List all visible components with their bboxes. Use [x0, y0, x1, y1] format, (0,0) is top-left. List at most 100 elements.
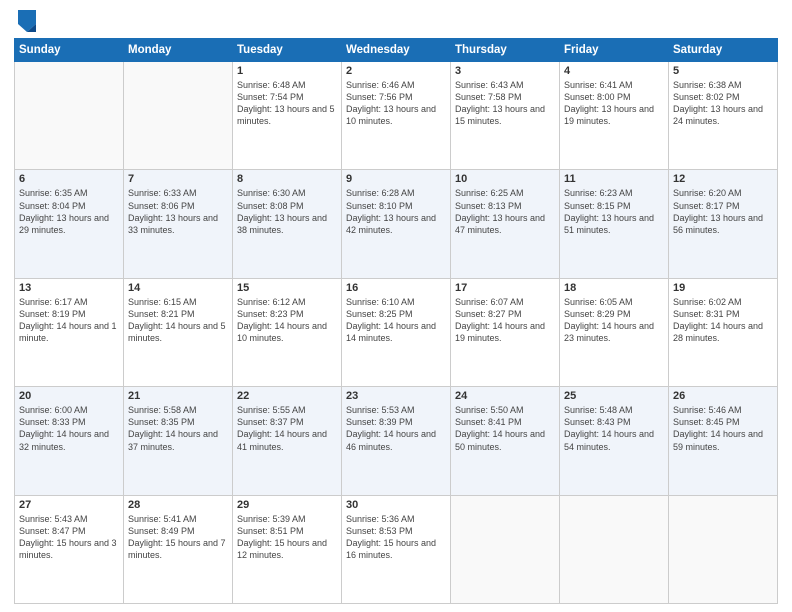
day-info: Sunrise: 5:36 AM Sunset: 8:53 PM Dayligh…	[346, 513, 446, 562]
day-info: Sunrise: 6:25 AM Sunset: 8:13 PM Dayligh…	[455, 187, 555, 236]
calendar-cell: 19 Sunrise: 6:02 AM Sunset: 8:31 PM Dayli…	[669, 278, 778, 386]
calendar-cell: 25 Sunrise: 5:48 AM Sunset: 8:43 PM Dayli…	[560, 387, 669, 495]
calendar-cell: 7Sunrise: 6:33 AM Sunset: 8:06 PM Daylig…	[124, 170, 233, 278]
calendar-day-header: Wednesday	[342, 39, 451, 62]
day-number: 6	[19, 173, 119, 185]
day-info: Sunrise: 6:10 AM Sunset: 8:25 PM Dayligh…	[346, 296, 446, 345]
calendar-cell: 24Sunrise: 5:50 AM Sunset: 8:41 PM Dayli…	[451, 387, 560, 495]
day-info: Sunrise: 6:41 AM Sunset: 8:00 PM Dayligh…	[564, 79, 664, 128]
calendar-cell: 27 Sunrise: 5:43 AM Sunset: 8:47 PM Dayli…	[15, 495, 124, 603]
day-number: 8	[237, 173, 337, 185]
calendar-cell: 28Sunrise: 5:41 AM Sunset: 8:49 PM Dayli…	[124, 495, 233, 603]
day-number: 7	[128, 173, 228, 185]
calendar-cell: 15 Sunrise: 6:12 AM Sunset: 8:23 PM Dayli…	[233, 278, 342, 386]
calendar-cell: 12 Sunrise: 6:20 AM Sunset: 8:17 PM Dayli…	[669, 170, 778, 278]
calendar-cell	[560, 495, 669, 603]
calendar-cell: 10 Sunrise: 6:25 AM Sunset: 8:13 PM Dayli…	[451, 170, 560, 278]
calendar-cell: 14 Sunrise: 6:15 AM Sunset: 8:21 PM Dayli…	[124, 278, 233, 386]
day-number: 27	[19, 499, 119, 511]
calendar-cell: 23Sunrise: 5:53 AM Sunset: 8:39 PM Dayli…	[342, 387, 451, 495]
calendar-cell: 29 Sunrise: 5:39 AM Sunset: 8:51 PM Dayli…	[233, 495, 342, 603]
day-number: 21	[128, 390, 228, 402]
day-info: Sunrise: 5:48 AM Sunset: 8:43 PM Dayligh…	[564, 404, 664, 453]
day-number: 17	[455, 282, 555, 294]
day-info: Sunrise: 6:28 AM Sunset: 8:10 PM Dayligh…	[346, 187, 446, 236]
day-number: 2	[346, 65, 446, 77]
calendar-cell	[15, 62, 124, 170]
day-number: 22	[237, 390, 337, 402]
calendar-cell: 21 Sunrise: 5:58 AM Sunset: 8:35 PM Dayli…	[124, 387, 233, 495]
day-number: 18	[564, 282, 664, 294]
calendar-cell: 3 Sunrise: 6:43 AM Sunset: 7:58 PM Daylig…	[451, 62, 560, 170]
calendar-cell: 17 Sunrise: 6:07 AM Sunset: 8:27 PM Dayli…	[451, 278, 560, 386]
day-number: 3	[455, 65, 555, 77]
day-number: 20	[19, 390, 119, 402]
calendar-week-row: 27 Sunrise: 5:43 AM Sunset: 8:47 PM Dayli…	[15, 495, 778, 603]
calendar-cell	[124, 62, 233, 170]
header	[14, 10, 778, 32]
day-info: Sunrise: 6:15 AM Sunset: 8:21 PM Dayligh…	[128, 296, 228, 345]
day-number: 29	[237, 499, 337, 511]
calendar-header-row: SundayMondayTuesdayWednesdayThursdayFrid…	[15, 39, 778, 62]
day-number: 25	[564, 390, 664, 402]
day-info: Sunrise: 5:43 AM Sunset: 8:47 PM Dayligh…	[19, 513, 119, 562]
calendar-day-header: Friday	[560, 39, 669, 62]
calendar-day-header: Monday	[124, 39, 233, 62]
day-info: Sunrise: 6:00 AM Sunset: 8:33 PM Dayligh…	[19, 404, 119, 453]
logo	[14, 10, 36, 32]
page: SundayMondayTuesdayWednesdayThursdayFrid…	[0, 0, 792, 612]
calendar-cell: 18Sunrise: 6:05 AM Sunset: 8:29 PM Dayli…	[560, 278, 669, 386]
calendar-cell	[451, 495, 560, 603]
day-number: 30	[346, 499, 446, 511]
day-info: Sunrise: 6:48 AM Sunset: 7:54 PM Dayligh…	[237, 79, 337, 128]
day-number: 19	[673, 282, 773, 294]
day-number: 12	[673, 173, 773, 185]
day-number: 10	[455, 173, 555, 185]
day-number: 26	[673, 390, 773, 402]
calendar-cell: 5 Sunrise: 6:38 AM Sunset: 8:02 PM Daylig…	[669, 62, 778, 170]
day-number: 11	[564, 173, 664, 185]
calendar-cell: 2Sunrise: 6:46 AM Sunset: 7:56 PM Daylig…	[342, 62, 451, 170]
day-info: Sunrise: 6:30 AM Sunset: 8:08 PM Dayligh…	[237, 187, 337, 236]
calendar-cell: 26Sunrise: 5:46 AM Sunset: 8:45 PM Dayli…	[669, 387, 778, 495]
calendar-cell: 16 Sunrise: 6:10 AM Sunset: 8:25 PM Dayli…	[342, 278, 451, 386]
day-info: Sunrise: 6:02 AM Sunset: 8:31 PM Dayligh…	[673, 296, 773, 345]
calendar-cell: 8 Sunrise: 6:30 AM Sunset: 8:08 PM Daylig…	[233, 170, 342, 278]
day-number: 13	[19, 282, 119, 294]
day-info: Sunrise: 6:23 AM Sunset: 8:15 PM Dayligh…	[564, 187, 664, 236]
day-info: Sunrise: 6:35 AM Sunset: 8:04 PM Dayligh…	[19, 187, 119, 236]
day-number: 24	[455, 390, 555, 402]
calendar-cell: 22Sunrise: 5:55 AM Sunset: 8:37 PM Dayli…	[233, 387, 342, 495]
day-number: 1	[237, 65, 337, 77]
calendar-cell: 9Sunrise: 6:28 AM Sunset: 8:10 PM Daylig…	[342, 170, 451, 278]
day-info: Sunrise: 5:58 AM Sunset: 8:35 PM Dayligh…	[128, 404, 228, 453]
calendar-day-header: Thursday	[451, 39, 560, 62]
day-info: Sunrise: 6:17 AM Sunset: 8:19 PM Dayligh…	[19, 296, 119, 345]
calendar-day-header: Saturday	[669, 39, 778, 62]
day-number: 5	[673, 65, 773, 77]
day-number: 15	[237, 282, 337, 294]
calendar-cell: 30 Sunrise: 5:36 AM Sunset: 8:53 PM Dayli…	[342, 495, 451, 603]
calendar-cell: 1 Sunrise: 6:48 AM Sunset: 7:54 PM Daylig…	[233, 62, 342, 170]
calendar-week-row: 1 Sunrise: 6:48 AM Sunset: 7:54 PM Daylig…	[15, 62, 778, 170]
logo-icon	[18, 10, 36, 32]
calendar-day-header: Sunday	[15, 39, 124, 62]
day-number: 16	[346, 282, 446, 294]
day-number: 4	[564, 65, 664, 77]
day-info: Sunrise: 6:07 AM Sunset: 8:27 PM Dayligh…	[455, 296, 555, 345]
day-info: Sunrise: 6:43 AM Sunset: 7:58 PM Dayligh…	[455, 79, 555, 128]
day-number: 23	[346, 390, 446, 402]
calendar-cell: 6 Sunrise: 6:35 AM Sunset: 8:04 PM Daylig…	[15, 170, 124, 278]
day-number: 14	[128, 282, 228, 294]
day-info: Sunrise: 6:38 AM Sunset: 8:02 PM Dayligh…	[673, 79, 773, 128]
day-info: Sunrise: 5:41 AM Sunset: 8:49 PM Dayligh…	[128, 513, 228, 562]
calendar-week-row: 20 Sunrise: 6:00 AM Sunset: 8:33 PM Dayli…	[15, 387, 778, 495]
day-info: Sunrise: 6:20 AM Sunset: 8:17 PM Dayligh…	[673, 187, 773, 236]
calendar-day-header: Tuesday	[233, 39, 342, 62]
calendar-cell: 20 Sunrise: 6:00 AM Sunset: 8:33 PM Dayli…	[15, 387, 124, 495]
calendar-cell: 11 Sunrise: 6:23 AM Sunset: 8:15 PM Dayli…	[560, 170, 669, 278]
calendar-cell: 13 Sunrise: 6:17 AM Sunset: 8:19 PM Dayli…	[15, 278, 124, 386]
calendar-week-row: 13 Sunrise: 6:17 AM Sunset: 8:19 PM Dayli…	[15, 278, 778, 386]
day-info: Sunrise: 5:39 AM Sunset: 8:51 PM Dayligh…	[237, 513, 337, 562]
day-info: Sunrise: 6:12 AM Sunset: 8:23 PM Dayligh…	[237, 296, 337, 345]
